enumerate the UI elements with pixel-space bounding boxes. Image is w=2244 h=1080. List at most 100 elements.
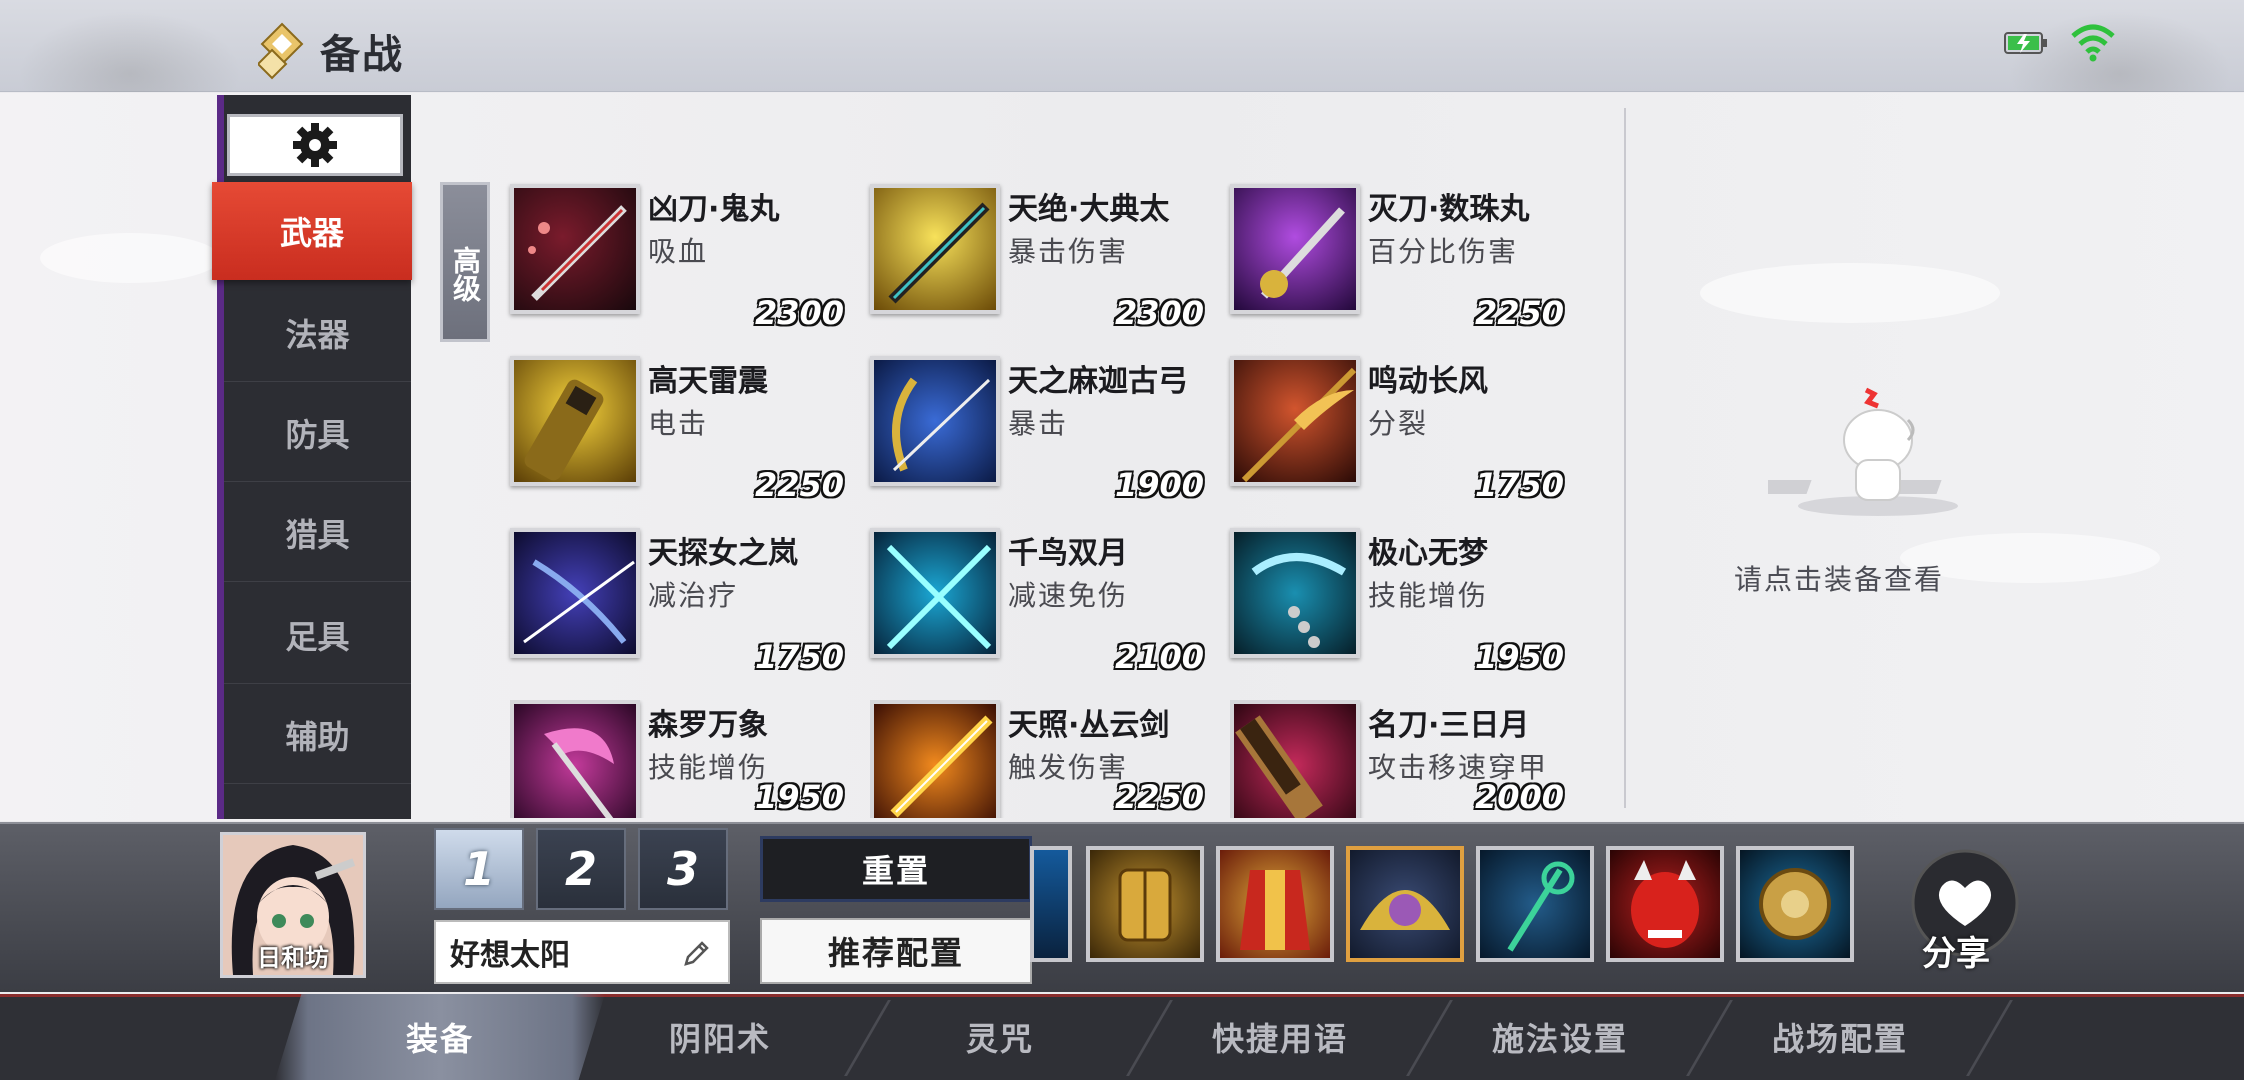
pencil-icon[interactable]: [680, 938, 712, 970]
tier-label: 高级: [440, 182, 490, 342]
tab-quick-phrases[interactable]: 快捷用语: [1140, 994, 1420, 1080]
panel-divider: [1624, 108, 1626, 808]
item-price: 1950: [1474, 638, 1564, 676]
tab-battlefield-config[interactable]: 战场配置: [1700, 994, 1980, 1080]
cloud-decoration: [40, 233, 220, 283]
item-price: 1900: [1114, 466, 1204, 504]
loadout-slot-2[interactable]: 2: [536, 828, 626, 910]
plan-name: 好想太阳: [450, 938, 570, 973]
item-card[interactable]: 1950 森罗万象 技能增伤: [510, 700, 850, 818]
item-effect: 暴击伤害: [1008, 235, 1129, 268]
item-effect: 分裂: [1368, 407, 1429, 440]
gear-icon: [293, 123, 337, 167]
item-card[interactable]: 2300 天绝·大典太 暴击伤害: [870, 184, 1210, 334]
item-name: 灭刀·数珠丸: [1368, 192, 1530, 227]
item-effect: 吸血: [648, 235, 709, 268]
item-card[interactable]: 1750 天探女之岚 减治疗: [510, 528, 850, 678]
settings-button[interactable]: [227, 114, 403, 176]
item-name: 天照·丛云剑: [1008, 708, 1170, 743]
header-decoration: [0, 0, 260, 92]
mask-fan-icon[interactable]: [1346, 846, 1464, 962]
category-support[interactable]: 辅助: [224, 686, 411, 784]
gold-disc-icon[interactable]: [1736, 846, 1854, 962]
item-name: 天探女之岚: [648, 536, 798, 571]
hero-avatar[interactable]: 日和坊: [220, 832, 366, 978]
item-name: 鸣动长风: [1368, 364, 1488, 399]
item-effect: 技能增伤: [648, 751, 769, 784]
recommend-config-button[interactable]: 推荐配置: [760, 918, 1032, 984]
item-effect: 电击: [648, 407, 709, 440]
storm-bow-icon: [510, 528, 640, 658]
cloud-decoration: [1700, 263, 2000, 323]
item-card[interactable]: 2300 凶刀·鬼丸 吸血: [510, 184, 850, 334]
item-name: 千鸟双月: [1008, 536, 1128, 571]
plan-name-field[interactable]: 好想太阳: [434, 920, 730, 984]
item-price: 2250: [1114, 778, 1204, 816]
item-price: 1750: [754, 638, 844, 676]
gold-armor-icon[interactable]: [1086, 846, 1204, 962]
hero-name: 日和坊: [257, 944, 329, 972]
category-footwear[interactable]: 足具: [224, 586, 411, 684]
chain-scythe-icon: [1230, 528, 1360, 658]
blue-weapon-icon[interactable]: [1030, 846, 1072, 962]
twin-blades-icon: [870, 528, 1000, 658]
cursed-blade-icon: [510, 184, 640, 314]
wifi-icon: [2071, 24, 2115, 62]
item-card[interactable]: 2100 千鸟双月 减速免伤: [870, 528, 1210, 678]
item-card[interactable]: 2250 灭刀·数珠丸 百分比伤害: [1230, 184, 1570, 334]
item-effect: 百分比伤害: [1368, 235, 1519, 268]
item-name: 天之麻迦古弓: [1008, 364, 1188, 399]
tab-spirit-curse[interactable]: 灵咒: [860, 994, 1140, 1080]
category-hunting-gear[interactable]: 猎具: [224, 484, 411, 582]
item-price: 2300: [1114, 294, 1204, 332]
wing-spear-icon: [1230, 356, 1360, 486]
flame-sword-icon: [870, 700, 1000, 818]
tab-yinyang-spells[interactable]: 阴阳术: [580, 994, 860, 1080]
tab-cast-settings[interactable]: 施法设置: [1420, 994, 1700, 1080]
diamond-logo-icon: [258, 22, 304, 80]
purple-blade-icon: [1230, 184, 1360, 314]
item-name: 名刀·三日月: [1368, 708, 1530, 743]
item-effect: 技能增伤: [1368, 579, 1489, 612]
page-title: 备战: [320, 32, 404, 78]
item-effect: 暴击: [1008, 407, 1069, 440]
detail-hint: 请点击装备查看: [1734, 563, 1945, 596]
item-name: 高天雷震: [648, 364, 768, 399]
green-staff-icon[interactable]: [1476, 846, 1594, 962]
item-effect: 攻击移速穿甲: [1368, 751, 1549, 784]
item-effect: 减速免伤: [1008, 579, 1129, 612]
item-effect: 减治疗: [648, 579, 739, 612]
item-card[interactable]: 1900 天之麻迦古弓 暴击: [870, 356, 1210, 506]
bow-icon: [870, 356, 1000, 486]
category-weapons[interactable]: 武器: [212, 182, 412, 280]
item-card[interactable]: 2250 高天雷震 电击: [510, 356, 850, 506]
item-price: 1750: [1474, 466, 1564, 504]
loadout-slot-1[interactable]: 1: [434, 828, 524, 910]
category-magic-tools[interactable]: 法器: [224, 284, 411, 382]
item-name: 森罗万象: [648, 708, 768, 743]
tab-equipment[interactable]: 装备: [275, 994, 605, 1080]
item-price: 2300: [754, 294, 844, 332]
thunder-cannon-icon: [510, 356, 640, 486]
pink-axe-icon: [510, 700, 640, 818]
oni-mask-icon[interactable]: [1606, 846, 1724, 962]
item-card[interactable]: 1950 极心无梦 技能增伤: [1230, 528, 1570, 678]
share-label[interactable]: 分享: [1922, 926, 1990, 975]
moon-blade-icon: [1230, 700, 1360, 818]
mascot-icon: [1768, 387, 1958, 516]
item-card[interactable]: 2000 名刀·三日月 攻击移速穿甲: [1230, 700, 1570, 818]
battery-icon: [2004, 32, 2047, 54]
loadout-slot-3[interactable]: 3: [638, 828, 728, 910]
item-name: 凶刀·鬼丸: [648, 192, 780, 227]
reset-button[interactable]: 重置: [760, 836, 1032, 902]
item-price: 2250: [754, 466, 844, 504]
item-price: 1950: [754, 778, 844, 816]
category-armor[interactable]: 防具: [224, 384, 411, 482]
item-card[interactable]: 2250 天照·丛云剑 触发伤害: [870, 700, 1210, 818]
item-effect: 触发伤害: [1008, 751, 1129, 784]
item-price: 2250: [1474, 294, 1564, 332]
item-price: 2100: [1114, 638, 1204, 676]
item-card[interactable]: 1750 鸣动长风 分裂: [1230, 356, 1570, 506]
red-robe-icon[interactable]: [1216, 846, 1334, 962]
item-name: 极心无梦: [1368, 536, 1488, 571]
